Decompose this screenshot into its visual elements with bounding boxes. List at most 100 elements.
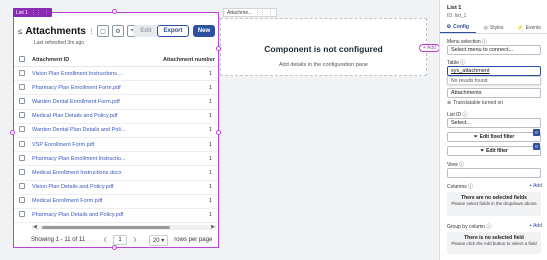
columns-add-link[interactable]: + Add [529, 183, 542, 189]
tab-events[interactable]: ⚡ Events [511, 22, 547, 33]
table-row[interactable]: Vision Plan Details and Policy.pdf 1 [14, 181, 218, 195]
rows-per-page-select[interactable]: 20 ▾ [148, 234, 169, 246]
next-page-icon[interactable]: ❯ [133, 237, 137, 243]
attachment-number: 1 [208, 198, 212, 205]
columns-empty-state: There are no selected fields Please sele… [447, 192, 541, 216]
edit-fixed-filter-button[interactable]: ⏷ Edit fixed filter [447, 132, 541, 142]
attachment-link[interactable]: Warden Dental Plan Details and Poli... [32, 127, 160, 133]
attachment-link[interactable]: Pharmacy Plan Enrollment Instructio... [32, 156, 160, 162]
row-checkbox[interactable] [19, 83, 25, 90]
collapse-icon[interactable]: ≤ [18, 27, 22, 36]
attachment-number: 1 [208, 184, 212, 191]
attachment-component-tag[interactable]: Attachme... ⋮⋮ ⋮ [223, 8, 278, 17]
columns-label: Columns ⓘ [447, 184, 474, 190]
table-row[interactable]: Warden Dental Enrollment Form.pdf 1 [14, 95, 218, 110]
table-input[interactable]: sys_attachment [447, 66, 541, 76]
row-checkbox[interactable] [19, 211, 25, 218]
table-row[interactable]: VSP Enrollment Form.pdf 1 [14, 138, 218, 153]
attachment-link[interactable]: Pharmacy Plan Enrollment Form.pdf [32, 85, 160, 91]
column-header-attachment-id[interactable]: Attachment ID [32, 57, 160, 63]
current-page[interactable]: 1 [113, 235, 127, 245]
resize-handle-left[interactable] [10, 130, 15, 135]
select-all-checkbox[interactable] [19, 55, 25, 62]
columns-empty-sub: Please select fields in the dropdown abo… [451, 201, 537, 206]
title-menu-icon[interactable]: ⋮ [88, 25, 94, 37]
table-row[interactable]: Pharmacy Plan Enrollment Instructio... 1 [14, 152, 218, 167]
row-checkbox[interactable] [19, 126, 25, 133]
column-header-attachment-number[interactable]: Attachment number [163, 57, 215, 63]
table-row[interactable]: Medical Enrollment Form.pdf 1 [14, 195, 218, 209]
kebab-icon[interactable]: ⋮ [44, 10, 49, 16]
row-checkbox[interactable] [19, 112, 25, 119]
row-checkbox[interactable] [19, 154, 25, 161]
horizontal-scrollbar[interactable]: ◀ ▶ [32, 224, 216, 230]
menu-selection-input[interactable]: Select menu to connect... [447, 45, 541, 55]
list-component[interactable]: ≤ Attachments ⋮ ▢ ⚙ ⏷ Last refreshed 3m … [13, 12, 219, 248]
not-configured-subtitle: Add details in the configuration pane [279, 62, 368, 68]
table-row[interactable]: Medical Enrollment Instructions.docx 1 [14, 166, 218, 181]
new-button[interactable]: New [193, 25, 215, 37]
kebab-icon[interactable]: ⋮ [268, 10, 273, 16]
settings-icon[interactable]: ⚙ [111, 25, 124, 37]
attachment-link[interactable]: VSP Enrollment Form.pdf [32, 142, 160, 148]
scroll-left-icon[interactable]: ◀ [33, 224, 37, 230]
list-component-tag[interactable]: List 1 ⋮⋮ ⋮ [13, 8, 52, 17]
table-row[interactable]: Medical Plan Details and Policy.pdf 1 [14, 110, 218, 124]
attachment-link[interactable]: Vision Plan Enrollment Instructions.... [32, 71, 160, 77]
list-id-input[interactable]: Select... [447, 118, 541, 128]
edit-filter-button[interactable]: ⏷ Edit filter [447, 146, 541, 156]
title-input[interactable]: Attachments [447, 88, 541, 98]
resize-handle-right[interactable] [216, 130, 221, 135]
attachment-link[interactable]: Medical Plan Details and Policy.pdf [32, 113, 160, 119]
attachment-component[interactable]: Component is not configured Add details … [220, 18, 427, 76]
row-checkbox[interactable] [19, 97, 25, 104]
group-by-label: Group by column ⓘ [447, 224, 492, 230]
attachment-link[interactable]: Pharmacy Plan Details and Policy.pdf [32, 212, 160, 218]
new-window-icon[interactable]: ▢ [96, 25, 109, 37]
attachment-link[interactable]: Medical Enrollment Form.pdf [32, 198, 160, 204]
attachment-number: 1 [208, 141, 212, 148]
group-by-add-link[interactable]: + Add [529, 223, 542, 229]
events-icon: ⚡ [517, 24, 524, 31]
table-row[interactable]: Vision Plan Enrollment Instructions.... 1 [14, 67, 218, 82]
group-by-empty-sub: Please click the Add button to select a … [451, 241, 537, 246]
table-body: Vision Plan Enrollment Instructions.... 1… [14, 67, 218, 224]
export-button[interactable]: Export [157, 25, 189, 37]
attachment-number: 1 [208, 70, 212, 77]
attachment-link[interactable]: Medical Enrollment Instructions.docx [32, 170, 160, 176]
filter-icon: ⏷ [480, 148, 485, 154]
row-checkbox[interactable] [19, 69, 25, 76]
scroll-right-icon[interactable]: ▶ [211, 224, 215, 230]
more-icon[interactable]: ⋮⋮ [31, 10, 41, 16]
rows-per-page-value: 20 [152, 237, 160, 244]
config-panel: List 1 ID: list_1 ⚙ Config ◎ Styles ⚡ Event… [439, 0, 547, 260]
prev-page-icon[interactable]: ❮ [103, 237, 107, 243]
translatable-note: ⊕ Translatable turned on [447, 100, 504, 106]
fixed-filter-badge: 0 [533, 129, 540, 136]
last-refreshed: Last refreshed 3m ago [34, 40, 85, 46]
resize-handle-top[interactable] [112, 9, 117, 14]
list-id-label: List ID ⓘ [447, 112, 468, 118]
row-checkbox[interactable] [19, 183, 25, 190]
row-checkbox[interactable] [19, 168, 25, 175]
drag-icon[interactable]: ⋮⋮ [255, 10, 265, 16]
table-row[interactable]: Pharmacy Plan Details and Policy.pdf 1 [14, 209, 218, 224]
list-header: ≤ Attachments ⋮ ▢ ⚙ ⏷ [18, 25, 139, 37]
attachment-link[interactable]: Vision Plan Details and Policy.pdf [32, 184, 160, 190]
row-checkbox[interactable] [19, 197, 25, 204]
table-row[interactable]: Pharmacy Plan Enrollment Form.pdf 1 [14, 81, 218, 96]
row-checkbox[interactable] [19, 140, 25, 147]
showing-count: Showing 1 - 11 of 11 [31, 237, 86, 243]
resize-handle-right-top[interactable] [216, 46, 221, 51]
resize-handle-bottom[interactable] [112, 245, 117, 250]
tab-styles[interactable]: ◎ Styles [476, 22, 512, 33]
attachment-number: 1 [208, 155, 212, 162]
edit-button[interactable]: Edit [133, 25, 159, 37]
tab-config[interactable]: ⚙ Config [440, 22, 476, 33]
view-input[interactable] [447, 168, 541, 178]
attachment-link[interactable]: Warden Dental Enrollment Form.pdf [32, 99, 160, 105]
scroll-thumb[interactable] [42, 226, 170, 229]
table-row[interactable]: Warden Dental Plan Details and Poli... 1 [14, 124, 218, 138]
add-component-button[interactable]: + Add [419, 44, 440, 52]
menu-selection-label: Menu selection ⓘ [447, 39, 488, 45]
